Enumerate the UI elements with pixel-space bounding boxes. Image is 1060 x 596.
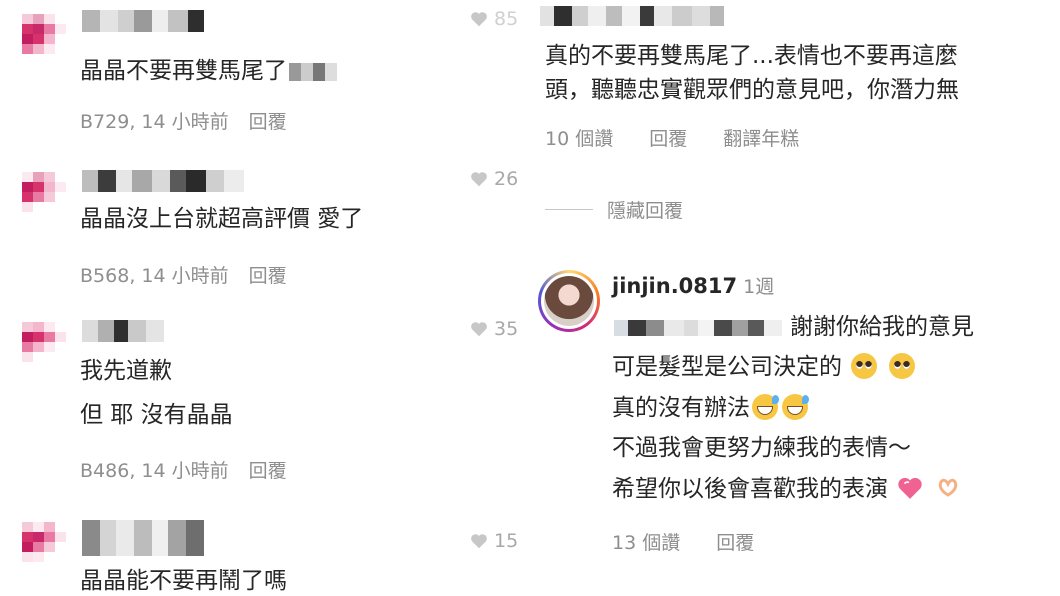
sweat-smile-emoji — [782, 394, 809, 420]
profile-photo — [544, 276, 594, 326]
username-link[interactable]: jinjin.0817 — [612, 274, 737, 298]
translate-button[interactable]: 翻譯年糕 — [723, 124, 799, 151]
reply-meta: 13 個讚 回覆 — [612, 528, 754, 555]
username-redacted[interactable] — [82, 320, 164, 342]
username-redacted[interactable] — [82, 520, 204, 556]
reply-text-line: 希望你以後會喜歡我的表演 — [612, 474, 963, 504]
comment-meta: B729, 14 小時前 回覆 — [80, 107, 287, 134]
reply-text-line: 真的沒有辦法 — [612, 393, 810, 423]
reply-button[interactable]: 回覆 — [249, 107, 287, 134]
comment-text: 我先道歉 — [80, 358, 172, 384]
pink-heart-emoji — [897, 475, 923, 501]
heart-icon — [470, 321, 488, 337]
avatar[interactable] — [22, 522, 66, 562]
reply-button[interactable]: 回覆 — [249, 261, 287, 288]
username-redacted[interactable] — [540, 6, 724, 26]
comment-author-time: B568, 14 小時前 — [80, 265, 229, 287]
comment-text: 晶晶不要再雙馬尾了 — [80, 56, 337, 86]
comment-text: 晶晶能不要再鬧了嗎 — [80, 568, 287, 594]
mention-redacted[interactable] — [614, 319, 782, 336]
like-button[interactable]: 15 — [470, 530, 518, 552]
reply-button[interactable]: 回覆 — [249, 456, 287, 483]
avatar[interactable] — [22, 14, 66, 54]
reply-text-line: 可是髮型是公司決定的 — [612, 352, 917, 382]
reply-author: jinjin.0817 1週 — [612, 272, 774, 299]
comment-text-line: 頭，聽聽忠實觀眾們的意見吧，你潛力無 — [545, 77, 959, 103]
hide-replies-label: 隱藏回覆 — [607, 200, 684, 222]
like-button[interactable]: 26 — [470, 168, 518, 190]
avatar[interactable] — [22, 322, 66, 362]
reply-text-line: 謝謝你給我的意見 — [612, 312, 974, 342]
divider — [545, 209, 593, 210]
like-button[interactable]: 35 — [470, 318, 518, 340]
username-redacted[interactable] — [82, 170, 244, 192]
timestamp: 1週 — [743, 276, 775, 298]
comment-meta: B568, 14 小時前 回覆 — [80, 261, 287, 288]
sweat-smile-emoji — [752, 394, 779, 420]
heart-icon — [470, 533, 488, 549]
heart-icon — [470, 11, 488, 27]
heart-icon — [470, 171, 488, 187]
comment-meta: B486, 14 小時前 回覆 — [80, 456, 287, 483]
reply-text-line: 不過我會更努力練我的表情～ — [612, 435, 911, 461]
pleading-face-emoji — [888, 353, 915, 379]
heart-hands-emoji — [935, 475, 961, 501]
like-count-label[interactable]: 10 個讚 — [545, 124, 613, 151]
avatar[interactable] — [538, 270, 600, 332]
avatar[interactable] — [22, 172, 66, 212]
pleading-face-emoji — [851, 353, 878, 379]
comment-text: 但 耶 沒有晶晶 — [80, 402, 233, 428]
comment-meta: 10 個讚 回覆 翻譯年糕 — [545, 124, 799, 151]
reply-button[interactable]: 回覆 — [649, 124, 687, 151]
comment-screenshot: 晶晶不要再雙馬尾了 B729, 14 小時前 回覆 晶晶沒上台就超高評價 愛了 … — [0, 0, 1060, 596]
like-button[interactable]: 85 — [470, 8, 518, 30]
redacted-block — [289, 62, 337, 81]
username-redacted[interactable] — [82, 10, 204, 32]
reply-button[interactable]: 回覆 — [716, 528, 754, 555]
comment-text-line: 真的不要再雙馬尾了...表情也不要再這麼 — [545, 43, 958, 69]
comment-author-time: B729, 14 小時前 — [80, 111, 229, 133]
like-count-label[interactable]: 13 個讚 — [612, 528, 680, 555]
comment-author-time: B486, 14 小時前 — [80, 460, 229, 482]
comment-text: 晶晶沒上台就超高評價 愛了 — [80, 206, 364, 232]
hide-replies-toggle[interactable]: 隱藏回覆 — [545, 196, 683, 223]
